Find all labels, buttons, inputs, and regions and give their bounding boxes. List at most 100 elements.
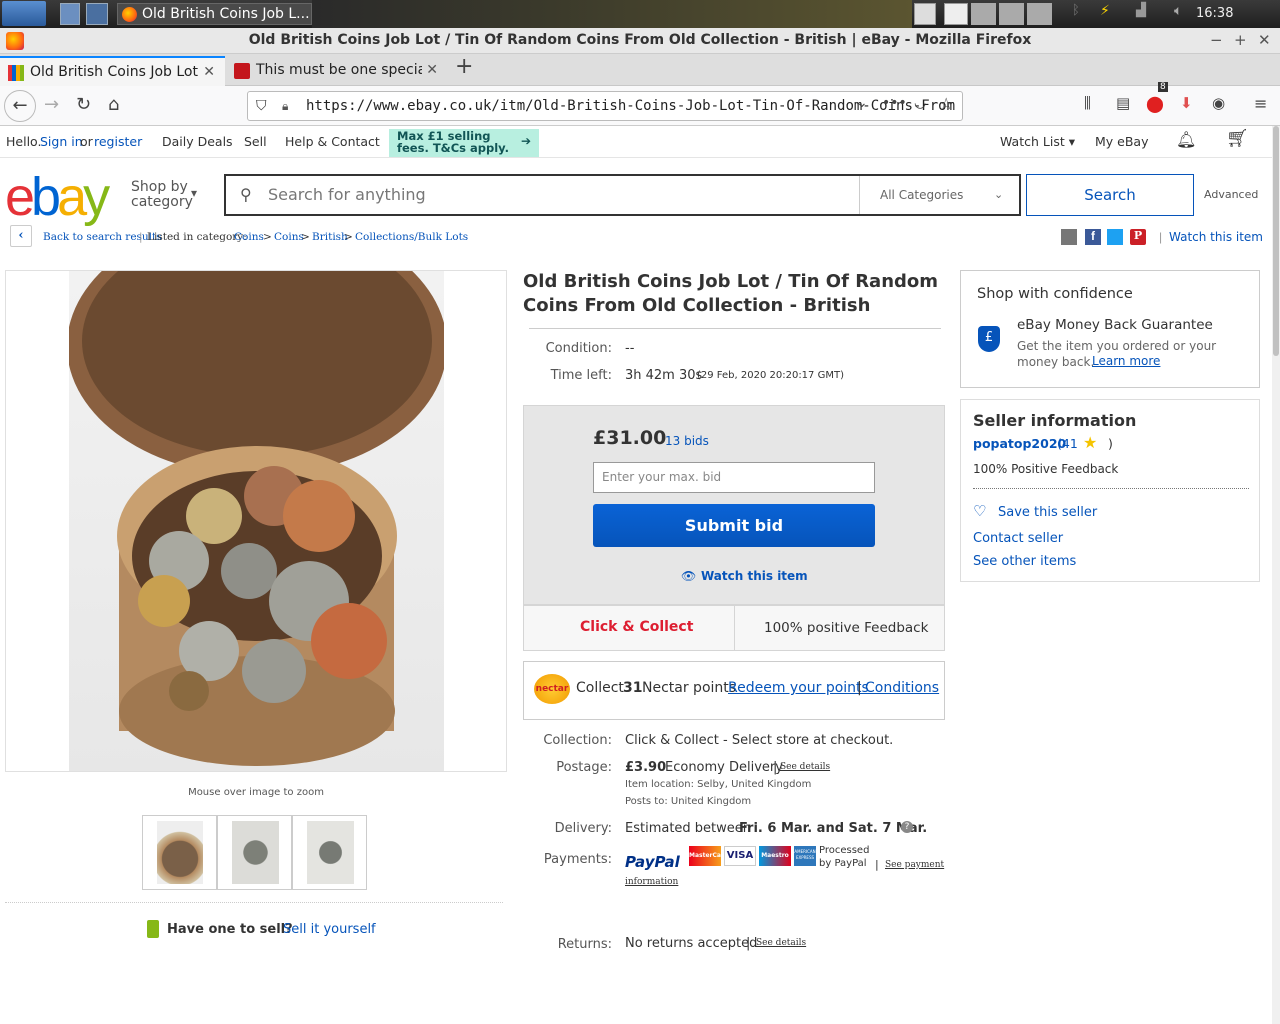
workspace-3[interactable]	[1027, 3, 1052, 25]
see-payment-link[interactable]: See payment	[885, 860, 944, 870]
main-image-viewer[interactable]	[5, 216, 507, 772]
tracking-shield-icon[interactable]: ⛉	[256, 92, 267, 120]
back-chevron-icon[interactable]: ‹	[10, 225, 32, 247]
firefox-task-icon[interactable]	[944, 3, 968, 25]
sidebar-icon[interactable]: ▤	[1116, 94, 1130, 112]
category-select[interactable]: All Categories ⌄	[859, 176, 1019, 214]
ebay-logo[interactable]: ebay	[5, 166, 110, 228]
bluetooth-icon[interactable]: ᛒ	[1072, 3, 1080, 25]
condition-label: Condition:	[545, 341, 612, 356]
item-photo[interactable]	[67, 216, 447, 771]
task-label: Old British Coins Job L...	[142, 6, 310, 22]
download-icon[interactable]: ⬇	[1180, 94, 1193, 112]
forward-icon[interactable]: →	[44, 94, 59, 115]
extension-icon[interactable]: ⬤	[1146, 94, 1164, 113]
search-button[interactable]: Search	[1026, 174, 1194, 216]
shop-by-category-button[interactable]: Shop by category ▾	[131, 180, 197, 210]
account-icon[interactable]: ◉	[1212, 94, 1225, 112]
watch-this-item-link[interactable]: Watch this item	[1169, 230, 1263, 244]
seller-information: Seller information popatop2020 (41 ★ ) 1…	[960, 399, 1260, 582]
new-tab-icon[interactable]: +	[455, 54, 473, 79]
power-icon[interactable]: ⚡	[1100, 3, 1110, 25]
taskbar-wallpaper	[312, 0, 912, 28]
lock-icon[interactable]: 🔒︎	[282, 92, 288, 120]
returns-details-link[interactable]: See details	[756, 938, 806, 948]
pinterest-icon[interactable]: P	[1130, 229, 1146, 245]
back-icon[interactable]: ←	[4, 90, 36, 122]
close-icon[interactable]: ✕	[1258, 28, 1271, 53]
daily-deals-link[interactable]: Daily Deals	[162, 134, 233, 149]
workspace-2[interactable]	[999, 3, 1024, 25]
start-menu-icon[interactable]	[2, 1, 46, 26]
bids-count-link[interactable]: 13 bids	[665, 434, 709, 448]
cart-icon[interactable]: 🛒︎	[1226, 128, 1249, 149]
conditions-link[interactable]: Conditions	[865, 680, 939, 696]
help-contact-link[interactable]: Help & Contact	[285, 134, 380, 149]
register-link[interactable]: register	[94, 134, 142, 149]
watch-item-link[interactable]: Watch this item	[701, 569, 808, 583]
breadcrumb-item-coins-2[interactable]: Coins	[274, 231, 304, 243]
workspace-1[interactable]	[971, 3, 996, 25]
vertical-scrollbar[interactable]	[1272, 126, 1280, 1024]
close-tab-icon[interactable]: ✕	[422, 56, 438, 84]
network-icon[interactable]: ▟	[1136, 3, 1146, 25]
advanced-search-link[interactable]: Advanced	[1204, 188, 1258, 201]
sign-in-link[interactable]: Sign in	[40, 134, 83, 149]
tab-ebay[interactable]: Old British Coins Job Lot ✕	[0, 56, 225, 86]
clock[interactable]: 16:38	[1196, 6, 1233, 21]
taskbar-firefox-task[interactable]: Old British Coins Job L...	[117, 3, 312, 25]
seller-feedback-count[interactable]: (41	[1057, 436, 1078, 451]
notification-bell-icon[interactable]: 🔔︎	[1176, 130, 1196, 149]
breadcrumb-item-bulk-lots[interactable]: Collections/Bulk Lots	[355, 231, 468, 243]
contact-seller-link[interactable]: Contact seller	[973, 531, 1063, 546]
menu-icon[interactable]: ≡	[1254, 94, 1267, 113]
sell-it-yourself-link[interactable]: Sell it yourself	[283, 922, 376, 937]
save-seller-link[interactable]: Save this seller	[998, 505, 1097, 520]
max-bid-input[interactable]: Enter your max. bid	[593, 462, 875, 493]
promo-banner[interactable]: Max £1 selling fees. T&Cs apply. ➔	[389, 129, 539, 157]
ebay-top-bar: Hello. Sign in or register Daily Deals S…	[0, 126, 1272, 158]
email-share-icon[interactable]	[1061, 229, 1077, 245]
workspace-icon[interactable]	[86, 3, 108, 25]
see-other-items-link[interactable]: See other items	[973, 554, 1076, 569]
sell-link[interactable]: Sell	[244, 134, 267, 149]
home-icon[interactable]: ⌂	[108, 94, 119, 115]
heart-icon[interactable]: ♡	[973, 502, 986, 520]
payment-information-link[interactable]: information	[625, 877, 678, 887]
learn-more-link[interactable]: Learn more	[1092, 354, 1160, 368]
close-tab-icon[interactable]: ✕	[199, 58, 215, 86]
chevron-down-icon: ⌄	[994, 188, 1004, 201]
pocket-icon[interactable]: ◡	[914, 95, 926, 111]
thumbnail-3[interactable]	[292, 815, 367, 890]
redeem-points-link[interactable]: Redeem your points	[728, 680, 869, 696]
file-manager-icon[interactable]	[60, 3, 80, 25]
scrollbar-thumb[interactable]	[1273, 126, 1279, 356]
twitter-icon[interactable]	[1107, 229, 1123, 245]
submit-bid-button[interactable]: Submit bid	[593, 504, 875, 547]
postage-details-link[interactable]: See details	[780, 762, 830, 772]
page-actions-icon[interactable]: •••	[882, 95, 907, 111]
minimize-icon[interactable]: −	[1210, 28, 1223, 53]
breadcrumb-item-british[interactable]: British	[312, 231, 348, 243]
back-to-results-link[interactable]: Back to search results	[43, 231, 162, 243]
breadcrumb-item-coins[interactable]: Coins	[234, 231, 264, 243]
watch-list-dropdown[interactable]: Watch List ▾	[1000, 134, 1075, 149]
thumbnail-2[interactable]	[217, 815, 292, 890]
tab-second[interactable]: This must be one special ✕	[226, 56, 448, 86]
window-list-icon[interactable]	[914, 3, 936, 25]
highlights-bar: Click & Collect 100% positive Feedback	[523, 605, 945, 651]
time-left-value: 3h 42m 30s	[625, 368, 703, 383]
bookmark-star-icon[interactable]: ☆	[939, 94, 953, 113]
help-icon[interactable]: ?	[901, 821, 913, 833]
seller-name-link[interactable]: popatop2020	[973, 436, 1066, 451]
my-ebay-link[interactable]: My eBay	[1095, 134, 1148, 149]
url-dropdown-icon[interactable]: ⌄	[856, 95, 868, 111]
facebook-icon[interactable]: f	[1085, 229, 1101, 245]
maximize-icon[interactable]: +	[1234, 28, 1247, 53]
library-icon[interactable]: ⫼	[1084, 94, 1091, 112]
reload-icon[interactable]: ↻	[76, 94, 91, 115]
firefox-icon	[6, 32, 24, 50]
thumbnail-1[interactable]	[142, 815, 217, 890]
volume-icon[interactable]: 🔈︎	[1174, 3, 1182, 25]
nectar-points: 31	[623, 680, 643, 696]
